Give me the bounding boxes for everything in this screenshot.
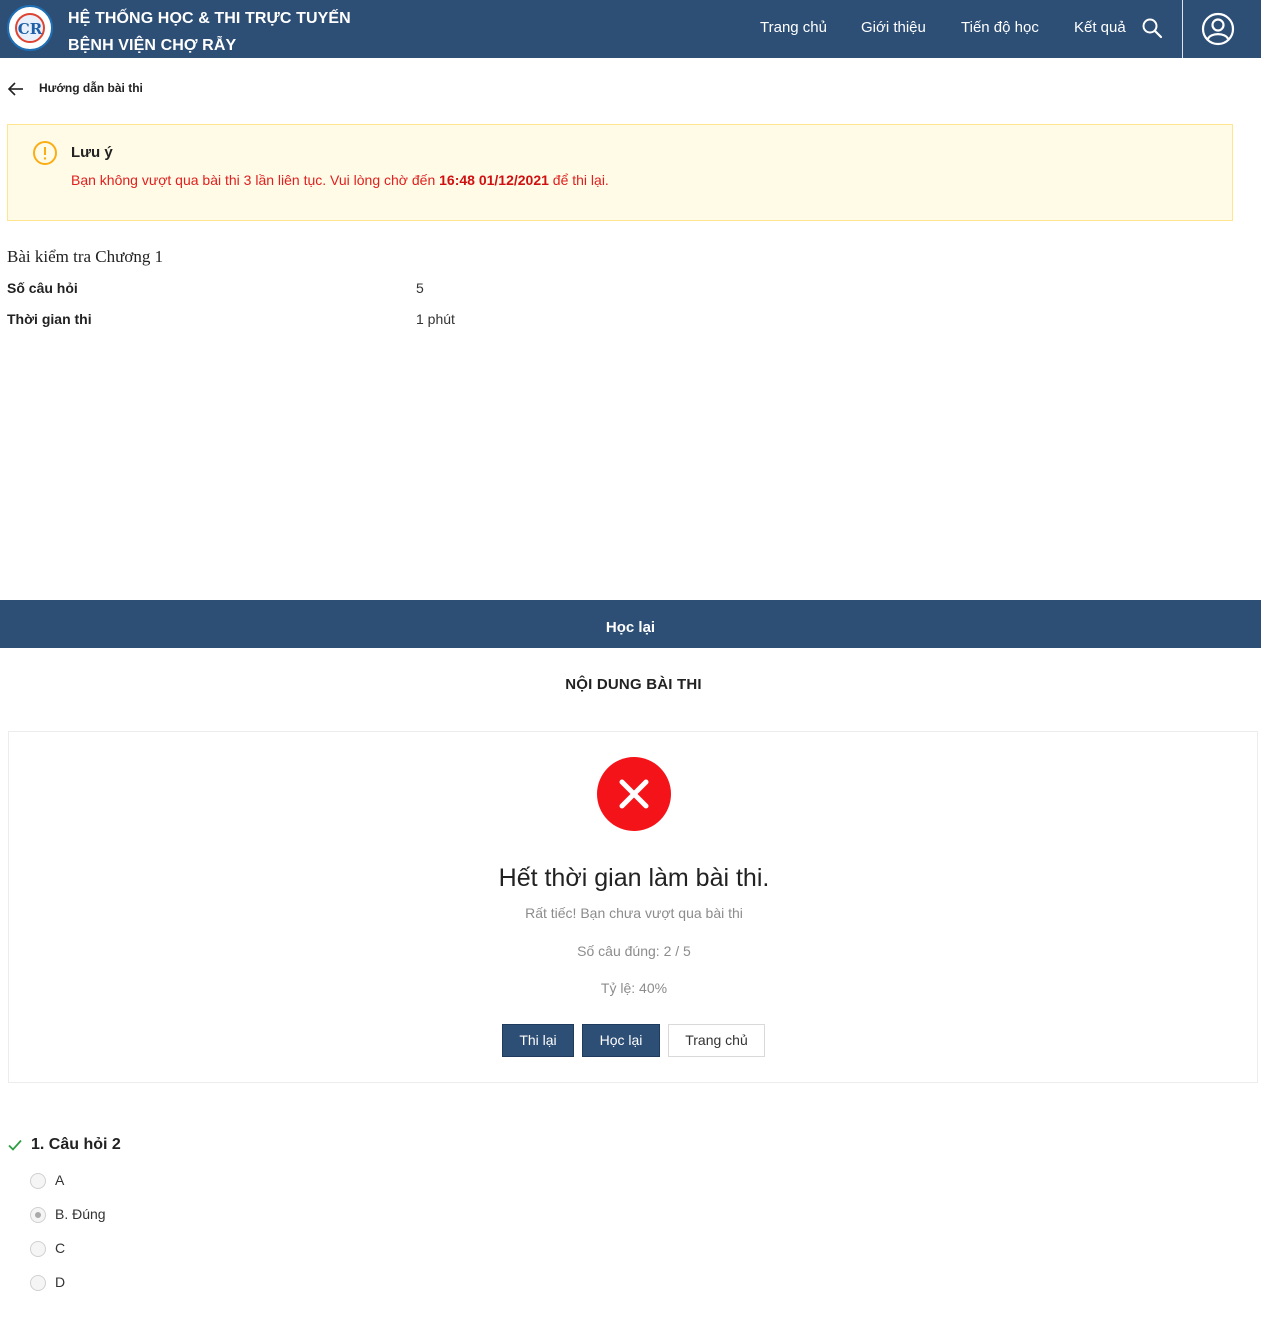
option-label: C [55, 1240, 66, 1256]
score-ratio: Tỷ lệ: 40% [600, 980, 668, 996]
result-subtitle: Rất tiếc! Bạn chưa vượt qua bài thi [525, 905, 743, 921]
nav-divider [1182, 0, 1183, 58]
option-label: A [55, 1172, 65, 1188]
relearn-bar[interactable]: Học lại [0, 600, 1261, 648]
exam-title: Bài kiểm tra Chương 1 [7, 247, 164, 266]
notice-message-suffix: để thi lại. [548, 172, 609, 188]
question-title: 1. Câu hỏi 2 [31, 1136, 121, 1153]
duration-value: 1 phút [416, 311, 455, 327]
top-navbar: CR HỆ THỐNG HỌC & THI TRỰC TUYẾN BỆNH VI… [0, 0, 1261, 58]
hospital-logo[interactable]: CR [7, 5, 53, 51]
warning-icon [33, 141, 57, 165]
nav-home[interactable]: Trang chủ [760, 0, 827, 58]
fail-x-icon [597, 757, 671, 831]
relearn-bar-label: Học lại [605, 619, 656, 636]
retry-button[interactable]: Thi lại [502, 1024, 574, 1057]
site-title[interactable]: HỆ THỐNG HỌC & THI TRỰC TUYẾN BỆNH VIỆN … [68, 5, 351, 59]
radio-button[interactable] [30, 1275, 46, 1291]
nav-progress[interactable]: Tiến độ học [961, 0, 1039, 58]
site-title-line1: HỆ THỐNG HỌC & THI TRỰC TUYẾN [68, 10, 351, 27]
back-link[interactable]: Hướng dẫn bài thi [39, 81, 143, 95]
content-heading: NỘI DUNG BÀI THI [565, 676, 702, 693]
site-title-line2: BỆNH VIỆN CHỢ RẪY [68, 37, 237, 54]
retry-deadline: 16:48 01/12/2021 [439, 172, 549, 188]
logo-emblem: CR [15, 13, 45, 43]
notice-title: Lưu ý [71, 144, 113, 161]
check-icon [8, 1139, 22, 1151]
result-title: Hết thời gian làm bài thi. [498, 864, 770, 892]
notice-message-prefix: Bạn không vượt qua bài thi 3 lần liên tụ… [71, 172, 440, 188]
question-count-value: 5 [416, 280, 424, 296]
duration-label: Thời gian thi [7, 311, 92, 327]
relearn-button[interactable]: Học lại [582, 1024, 660, 1057]
radio-button[interactable] [30, 1241, 46, 1257]
notice-message: Bạn không vượt qua bài thi 3 lần liên tụ… [71, 172, 609, 188]
question-count-label: Số câu hỏi [7, 280, 78, 296]
home-button[interactable]: Trang chủ [668, 1024, 765, 1057]
radio-button[interactable] [30, 1173, 46, 1189]
nav-results[interactable]: Kết quả [1074, 0, 1126, 58]
option-label: D [55, 1274, 66, 1290]
nav-about[interactable]: Giới thiệu [861, 0, 926, 58]
search-icon[interactable] [1140, 16, 1164, 40]
result-card: Hết thời gian làm bài thi. Rất tiếc! Bạn… [8, 731, 1258, 1083]
correct-count: Số câu đúng: 2 / 5 [577, 943, 691, 959]
option-label: B. Đúng [55, 1206, 106, 1222]
radio-button-checked[interactable] [30, 1207, 46, 1223]
back-arrow-icon[interactable] [6, 79, 26, 99]
warning-notice: Lưu ý Bạn không vượt qua bài thi 3 lần l… [7, 124, 1233, 221]
user-avatar-icon[interactable] [1201, 12, 1235, 46]
